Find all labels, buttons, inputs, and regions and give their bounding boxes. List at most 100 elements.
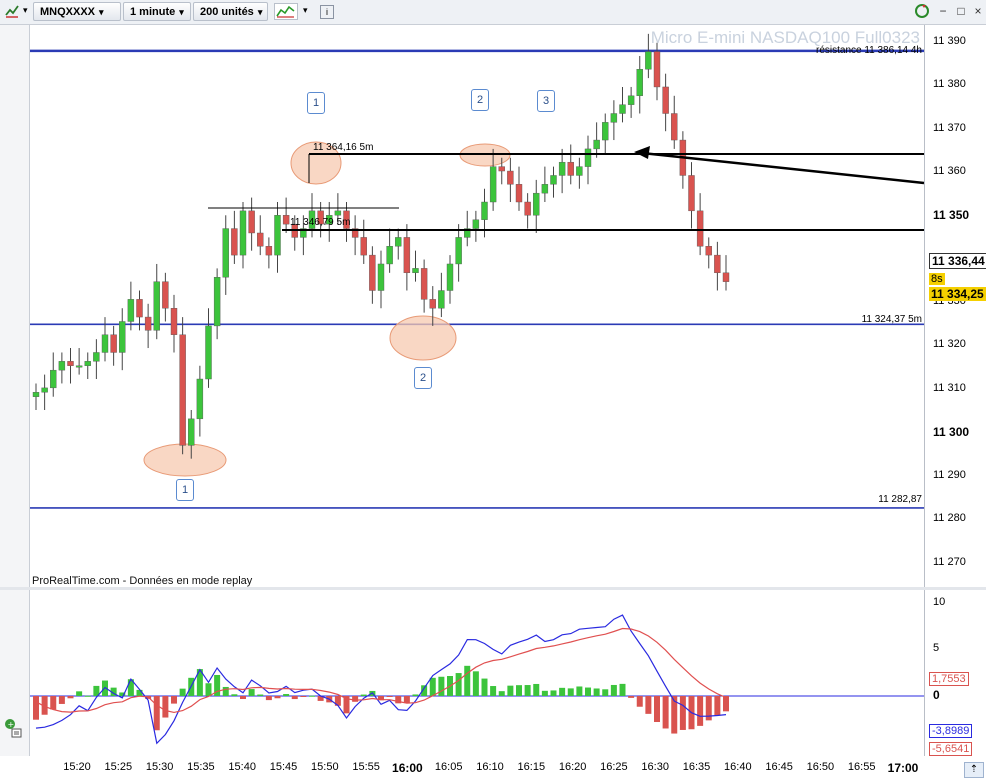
- chevron-down-icon[interactable]: ▾: [303, 5, 308, 16]
- candle-body: [696, 210, 704, 247]
- chevron-down-icon: ▾: [179, 7, 184, 17]
- chart-type-icon[interactable]: [274, 3, 298, 20]
- candle-body: [550, 175, 557, 185]
- time-tick: 16:10: [476, 761, 504, 773]
- time-axis[interactable]: 15:20 15:25 15:30 15:35 15:40 15:45 15:50 15:55…: [30, 756, 924, 782]
- time-tick: 16:55: [847, 761, 876, 773]
- price-tick: 11 290: [933, 469, 966, 481]
- histogram-bar: [490, 686, 497, 696]
- wave-label-3: 3: [537, 90, 555, 112]
- histogram-bar: [58, 696, 65, 704]
- highlight-ellipse: [143, 443, 227, 477]
- histogram-bar: [403, 696, 410, 703]
- candle-body: [369, 254, 376, 291]
- candle-body: [429, 299, 436, 309]
- wave-label-1-top: 1: [307, 92, 325, 114]
- histogram-bar: [464, 665, 471, 696]
- data-source-label: ProRealTime.com - Données en mode replay: [32, 575, 253, 587]
- symbol-label: MNQXXXX: [40, 6, 96, 18]
- price-chart[interactable]: Micro E-mini NASDAQ100 Full0323 ProRealT…: [30, 25, 924, 587]
- histogram-bar: [50, 696, 57, 710]
- scroll-top-icon[interactable]: ⇡: [964, 762, 984, 778]
- refresh-icon[interactable]: [913, 3, 931, 20]
- candle-body: [584, 148, 592, 167]
- candle-body: [481, 201, 488, 220]
- candle-body: [196, 378, 204, 420]
- histogram-bar: [309, 695, 315, 697]
- time-tick: 17:00: [887, 761, 919, 775]
- price-tick: 11 370: [933, 122, 966, 134]
- candle-body: [576, 166, 583, 176]
- histogram-bar: [171, 696, 177, 704]
- level-annotation-2: 11 346,79 5m: [290, 217, 351, 228]
- candle-body: [170, 308, 178, 335]
- candle-body: [645, 51, 652, 70]
- candle-body: [136, 299, 143, 318]
- toolbar: ▾ MNQXXXX ▾ 1 minute ▾ 200 unités ▾ ▾ i − □…: [0, 0, 986, 25]
- candle-body: [602, 122, 609, 141]
- time-tick: 15:45: [269, 761, 298, 773]
- histogram-bar: [84, 695, 91, 697]
- symbol-select[interactable]: MNQXXXX ▾: [33, 2, 121, 21]
- histogram-bar: [455, 673, 462, 696]
- left-strip: +: [0, 25, 30, 756]
- histogram-bar: [472, 671, 479, 696]
- maximize-icon[interactable]: □: [954, 4, 968, 18]
- wave-label-2-bottom: 2: [414, 367, 432, 389]
- macd-tick: 10: [933, 596, 946, 608]
- minimize-icon[interactable]: −: [936, 4, 950, 18]
- candle-body: [593, 139, 600, 150]
- price-tick: 11 270: [933, 556, 966, 568]
- chevron-down-icon[interactable]: ▾: [23, 5, 28, 16]
- histogram-bar: [265, 696, 272, 701]
- candle-body: [653, 51, 661, 88]
- price-axis[interactable]: 11 390 11 380 11 370 11 360 11 350 11 33…: [924, 25, 986, 587]
- histogram-bar: [679, 696, 686, 730]
- candle-body: [32, 392, 40, 397]
- histogram-bar: [291, 696, 298, 700]
- candle-body: [248, 210, 255, 234]
- histogram-bar: [662, 696, 669, 729]
- price-tick: 11 310: [933, 382, 966, 394]
- histogram-bar: [274, 696, 281, 699]
- svg-text:+: +: [8, 720, 15, 729]
- candle-body: [567, 161, 574, 176]
- units-select[interactable]: 200 unités ▾: [193, 2, 268, 21]
- histogram-bar: [153, 696, 160, 731]
- price-tick: 11 390: [933, 35, 966, 47]
- time-tick: 16:15: [517, 761, 546, 773]
- candle-body: [101, 334, 109, 353]
- time-tick: 16:35: [682, 761, 711, 773]
- price-tick: 11 380: [933, 78, 966, 90]
- histogram-bar: [283, 694, 290, 696]
- resistance-label: résistance 11 386,14 4h: [815, 45, 922, 56]
- macd-axis[interactable]: 10 5 0 1,7553 -3,8989 -5,6541: [924, 590, 986, 756]
- time-tick: 15:40: [228, 761, 256, 773]
- candle-body: [662, 86, 669, 114]
- highlight-ellipse: [389, 315, 457, 361]
- price-tick: 11 360: [933, 165, 966, 177]
- histogram-bar: [248, 689, 255, 696]
- histogram-bar: [412, 694, 419, 696]
- macd-tick: 0: [933, 688, 940, 702]
- histogram-bar: [541, 690, 548, 696]
- candle-body: [610, 113, 618, 123]
- candle-body: [722, 272, 730, 282]
- histogram-bar: [628, 696, 635, 698]
- chart-menu-icon[interactable]: [3, 3, 20, 20]
- interval-select[interactable]: 1 minute ▾: [123, 2, 191, 21]
- candle-body: [705, 246, 712, 256]
- close-icon[interactable]: ×: [971, 4, 985, 18]
- indicator-settings-icon[interactable]: +: [3, 717, 25, 739]
- histogram-bar: [576, 686, 583, 696]
- macd-panel[interactable]: [30, 590, 924, 756]
- candle-body: [455, 237, 462, 265]
- histogram-bar: [516, 685, 522, 696]
- chevron-down-icon: ▾: [257, 7, 263, 17]
- hist-value-tag: -5,6541: [929, 742, 973, 756]
- histogram-bar: [429, 677, 436, 696]
- info-icon[interactable]: i: [320, 5, 334, 19]
- candle-body: [179, 334, 186, 446]
- histogram-bar: [257, 694, 264, 696]
- candle-body: [420, 268, 428, 300]
